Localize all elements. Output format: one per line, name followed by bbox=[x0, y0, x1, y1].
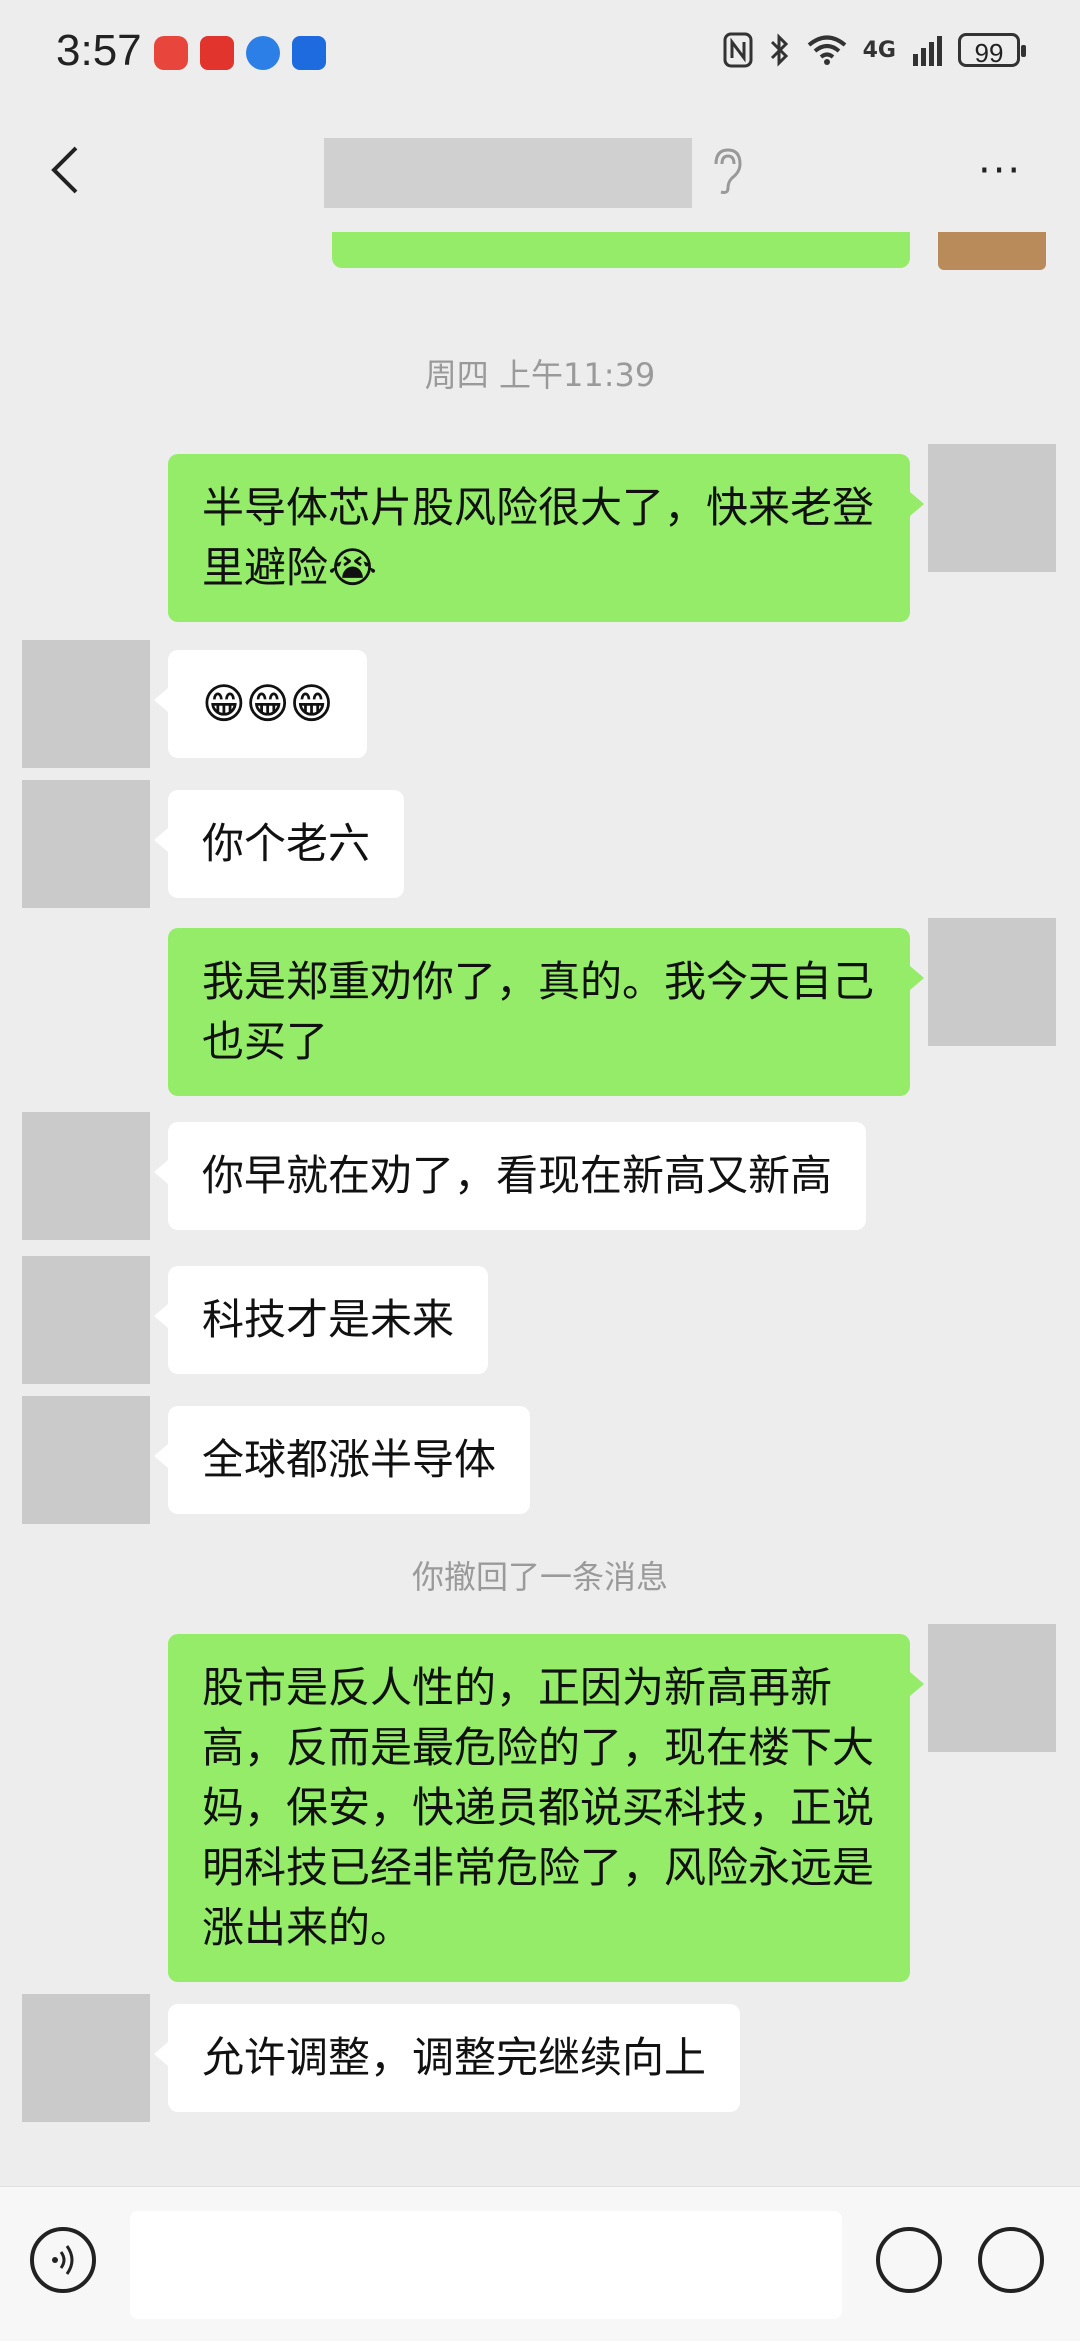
timestamp: 周四 上午11:39 bbox=[424, 356, 656, 394]
notification-app-icon bbox=[154, 36, 188, 70]
message-bubble-received[interactable]: 你早就在劝了，看现在新高又新高 bbox=[153, 1122, 867, 1230]
more-options-button[interactable]: ··· bbox=[978, 151, 1022, 191]
contact-avatar[interactable] bbox=[22, 1396, 150, 1524]
self-avatar[interactable] bbox=[928, 1624, 1056, 1752]
notification-chat-icon bbox=[246, 36, 280, 70]
status-icons: 4G 99 bbox=[723, 32, 1026, 68]
voice-icon bbox=[52, 2245, 74, 2275]
contact-avatar[interactable] bbox=[22, 1994, 150, 2122]
more-functions-button[interactable] bbox=[978, 2227, 1044, 2293]
network-type: 4G bbox=[862, 37, 896, 63]
contact-avatar[interactable] bbox=[22, 1256, 150, 1384]
message-bubble-sent[interactable]: 我是郑重劝你了，真的。我今天自己也买了 bbox=[168, 928, 924, 1096]
emoji-button[interactable] bbox=[876, 2227, 942, 2293]
message-bubble-received[interactable]: 允许调整，调整完继续向上 bbox=[153, 2004, 741, 2112]
back-arrow-icon[interactable] bbox=[40, 140, 90, 200]
status-bar: 3:57 4G 99 bbox=[0, 0, 1080, 110]
earpiece-mode-icon bbox=[714, 148, 742, 194]
message-bubble-sent[interactable]: 股市是反人性的，正因为新高再新高，反而是最危险的了，现在楼下大妈，保安，快递员都… bbox=[168, 1634, 924, 1982]
notification-video-icon bbox=[200, 36, 234, 70]
wifi-icon bbox=[807, 35, 846, 65]
contact-avatar[interactable] bbox=[22, 640, 150, 768]
message-input-bar bbox=[0, 2186, 1080, 2341]
voice-input-button[interactable] bbox=[30, 2227, 96, 2293]
message-bubble-sent[interactable]: 半导体芯片股风险很大了，快来老登里避险😭 bbox=[168, 454, 924, 622]
message-bubble-received[interactable]: 科技才是未来 bbox=[153, 1266, 489, 1374]
chat-title-redacted bbox=[324, 138, 692, 208]
message-bubble-received[interactable]: 全球都涨半导体 bbox=[153, 1406, 531, 1514]
bluetooth-icon bbox=[770, 33, 788, 67]
signal-icon bbox=[913, 36, 942, 66]
recalled-message-notice: 你撤回了一条消息 bbox=[411, 1558, 668, 1596]
nfc-icon bbox=[723, 32, 753, 68]
contact-avatar[interactable] bbox=[22, 1112, 150, 1240]
message-input[interactable] bbox=[130, 2211, 842, 2319]
self-avatar[interactable] bbox=[928, 444, 1056, 572]
message-bubble-received[interactable]: 你个老六 bbox=[153, 790, 405, 898]
self-avatar-photo bbox=[938, 232, 1046, 270]
previous-message-bubble bbox=[332, 232, 910, 268]
status-time: 3:57 bbox=[56, 26, 142, 75]
message-bubble-received[interactable]: 😁😁😁 bbox=[153, 650, 368, 758]
battery-indicator: 99 bbox=[958, 33, 1026, 68]
self-avatar[interactable] bbox=[928, 918, 1056, 1046]
chat-header: ··· bbox=[0, 110, 1080, 230]
notification-bulb-icon bbox=[292, 36, 326, 70]
contact-avatar[interactable] bbox=[22, 780, 150, 908]
